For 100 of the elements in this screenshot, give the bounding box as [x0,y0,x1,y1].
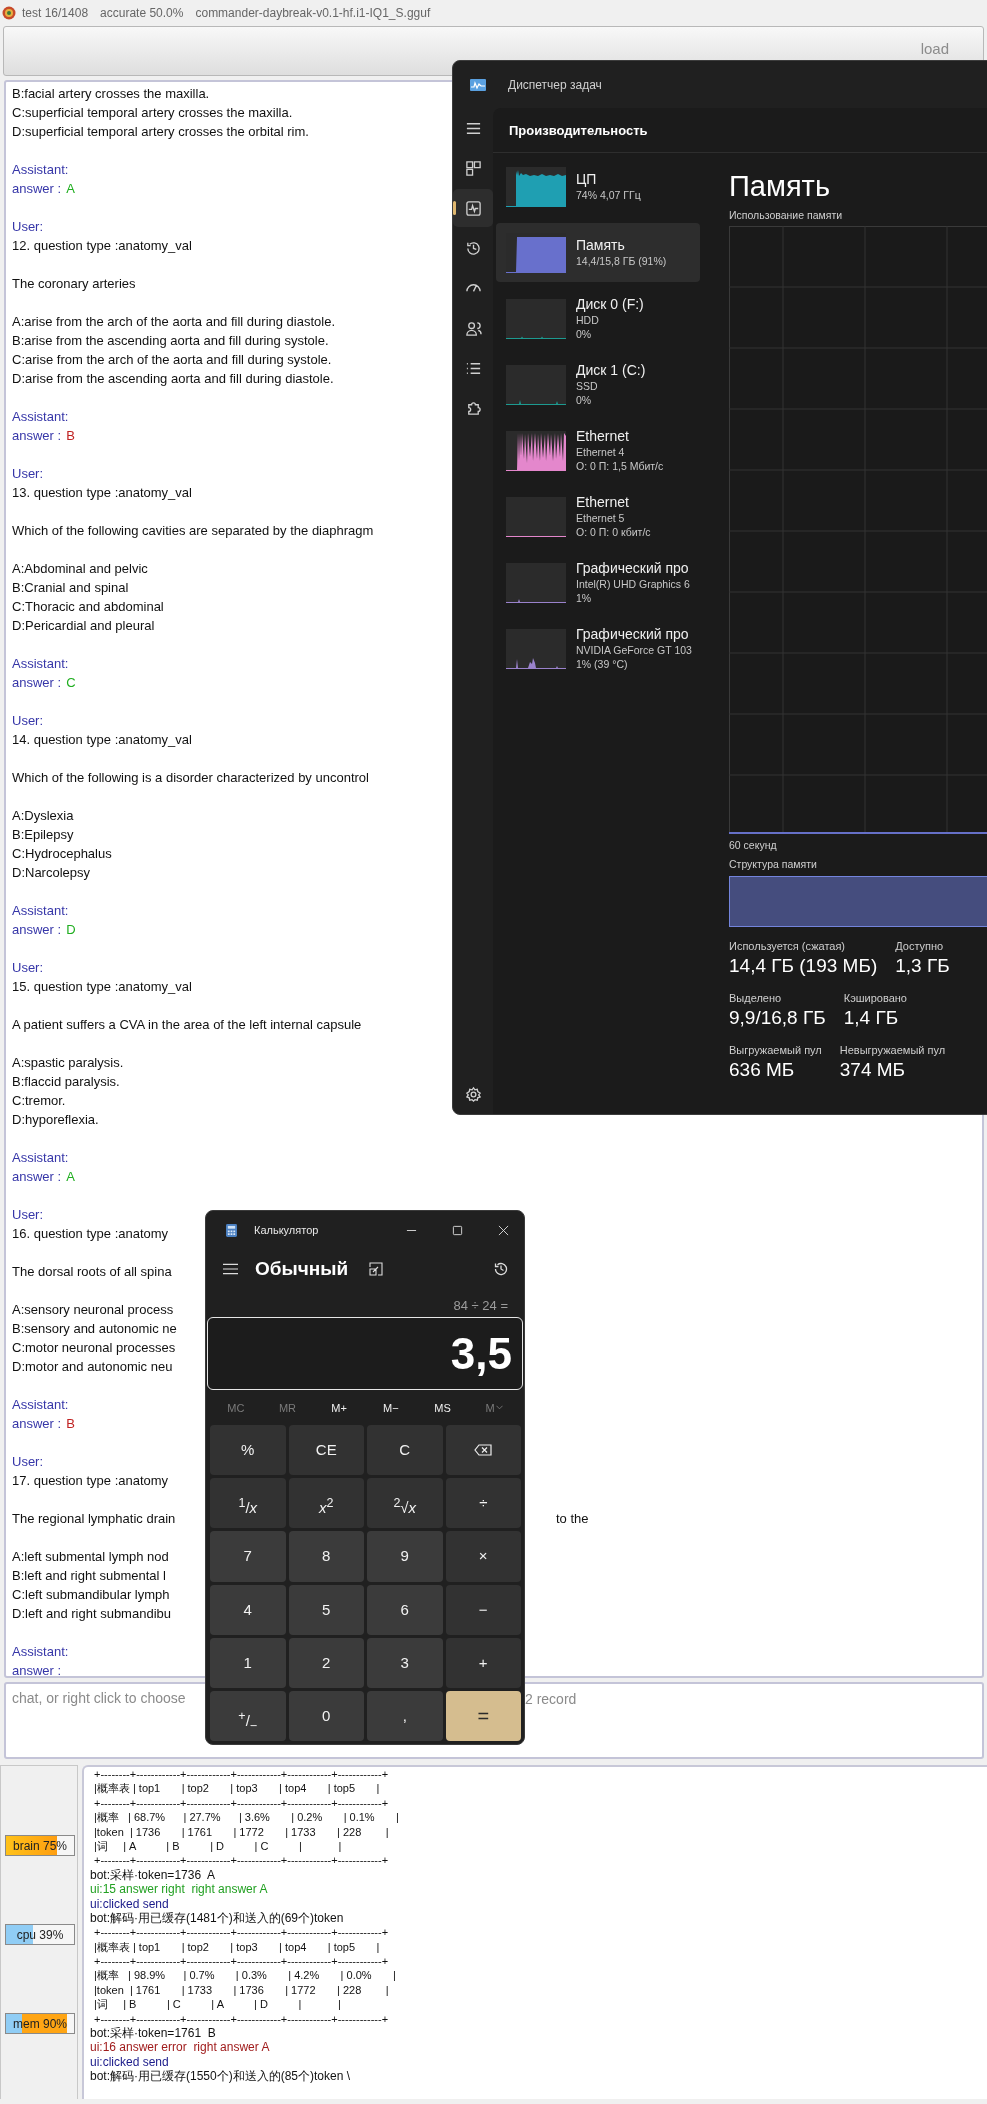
device-item[interactable]: Ethernet Ethernet 5 О: 0 П: 0 кбит/с [496,487,700,546]
key-button[interactable]: × [445,1531,521,1582]
key-button[interactable]: C [367,1425,443,1476]
key-button[interactable]: $^{1}$/x [210,1478,286,1529]
option-text: C:motor neuronal processes [12,1340,176,1355]
device-detail: 1% [576,591,593,605]
key-button[interactable]: $^{2}$√x [367,1478,443,1529]
speaker-label: User: [12,1207,44,1222]
question-text: A patient suffers a CVA in the area of the left internal capsule [12,1017,362,1032]
time-label: 60 секунд [729,838,778,852]
device-item[interactable]: Память 14,4/15,8 ГБ (91%) [496,223,700,282]
key-button[interactable]: 7 [210,1531,286,1582]
key-button[interactable]: 6 [367,1584,443,1635]
history-icon[interactable] [493,1261,509,1277]
answer-choice: A [66,1169,75,1184]
device-detail: Ethernet 5 [576,511,626,525]
stat-value: 14,4 ГБ (193 МБ) [729,954,878,978]
settings-icon [464,1085,482,1103]
option-text: A:left submental lymph nod [12,1549,169,1564]
question-text: The coronary arteries [12,276,136,291]
option-text: D:hyporeflexia. [12,1112,99,1127]
key-button[interactable]: 9 [367,1531,443,1582]
keep-on-top-icon[interactable] [369,1262,384,1276]
speaker-label: Assistant: [12,1150,69,1165]
stat-label: Выделено [729,991,783,1005]
answer-choice: C [66,675,76,690]
log-line: bot:解码·用已缓存(1550个)和送入的(85个)token \ [90,2069,352,2084]
stat-value: 1,3 ГБ [895,954,950,978]
option-text: D:superficial temporal artery crosses the orbital rim. [12,124,309,139]
key-button[interactable]: + [445,1637,521,1688]
option-text: D:motor and autonomic neu [12,1359,173,1374]
key-button[interactable]: x$^{2}$ [288,1478,364,1529]
stat-value: 1,4 ГБ [843,1006,900,1030]
nav-button[interactable] [453,189,493,227]
key-button[interactable]: 1 [210,1637,286,1688]
log-line: +--------+------------+------------+------------+------------+------------+ [93,1954,390,1969]
option-text: A:spastic paralysis. [12,1055,124,1070]
device-item[interactable]: Ethernet Ethernet 4 О: 0 П: 1,5 Мбит/с [496,421,700,480]
usage-sparkline [506,562,566,603]
log-line: ui:clicked send [90,1896,170,1911]
question-text: Which of the following cavities are separated by the diaphragm [12,523,374,538]
maximize-icon[interactable] [452,1224,463,1236]
log-line: +--------+------------+------------+------------+------------+------------+ [93,2011,390,2027]
stat-value: 374 МБ [839,1058,907,1082]
device-item[interactable]: ЦП 74% 4,07 ГГц [496,157,700,216]
option-text: D:Narcolepsy [12,865,91,880]
memory-button[interactable]: M+ [313,1390,365,1425]
key-button[interactable]: 5 [288,1584,364,1635]
answer-label: answer : [12,1416,62,1431]
menu-icon[interactable] [223,1263,238,1275]
key-button[interactable]: 8 [288,1531,364,1582]
answer-label: answer : [12,922,62,937]
detail-title: Память [729,169,831,204]
backspace-button[interactable] [445,1425,521,1476]
key-button[interactable]: 3 [367,1637,443,1688]
model-name: commander-daybreak-v0.1-hf.i1-IQ1_S.gguf [195,6,431,20]
key-button[interactable]: − [445,1584,521,1635]
speaker-label: Assistant: [12,1644,69,1659]
speaker-label: Assistant: [12,409,69,424]
answer-choice: D [66,922,76,937]
device-name: Ethernet [576,428,630,445]
speaker-label: Assistant: [12,903,69,918]
speaker-label: Assistant: [12,162,69,177]
device-item[interactable]: Графический про NVIDIA GeForce GT 103 1% (39 °C) [496,619,700,678]
memory-button[interactable]: MS [416,1390,469,1425]
key-button[interactable]: 4 [210,1584,286,1635]
answer-label: answer : [12,1169,62,1184]
memory-button[interactable]: M− [365,1390,417,1425]
key-button[interactable]: = [445,1690,521,1741]
key-button[interactable]: 2 [288,1637,364,1688]
log-line: ui:16 answer error right answer A [90,2040,271,2055]
key-button[interactable]: $^{+}$/$_{−}$ [210,1690,286,1741]
answer-choice: A [66,181,75,196]
option-text: A:arise from the arch of the aorta and fill during diastole. [12,314,335,329]
log-line: bot:采样·token=1761 B [90,2026,217,2041]
device-item[interactable]: Диск 1 (C:) SSD 0% [496,355,700,414]
device-detail: О: 0 П: 0 кбит/с [576,525,651,539]
result-display: 3,5 [207,1317,523,1390]
key-button[interactable]: 0 [288,1690,364,1741]
close-icon[interactable] [498,1224,509,1236]
option-text: B:arise from the ascending aorta and fill during systole. [12,333,329,348]
stat-value: 9,9/16,8 ГБ [729,1006,826,1030]
log-line: |概率表 | top1 | top2 | top3 | top4 | top5 | [93,1939,381,1955]
option-text: A:sensory neuronal process [12,1302,174,1317]
device-item[interactable]: Диск 0 (F:) HDD 0% [496,289,700,348]
key-button[interactable]: , [367,1690,443,1741]
log-line: +--------+------------+------------+------------+------------+------------+ [93,1853,390,1868]
key-button[interactable]: CE [288,1425,364,1476]
device-name: Память [576,237,626,254]
speaker-label: User: [12,713,44,728]
answer-label: answer : [12,675,62,690]
key-button[interactable]: ÷ [445,1478,521,1529]
key-button[interactable]: % [210,1425,286,1476]
device-detail: NVIDIA GeForce GT 103 [576,643,692,657]
usage-sparkline [506,496,566,537]
device-name: Графический про [576,560,690,577]
answer-label: answer : [12,181,62,196]
device-item[interactable]: Графический про Intel(R) UHD Graphics 6 1% [496,553,700,612]
section-title: Производительность [493,108,987,153]
option-text: B:facial artery crosses the maxilla. [12,86,210,101]
